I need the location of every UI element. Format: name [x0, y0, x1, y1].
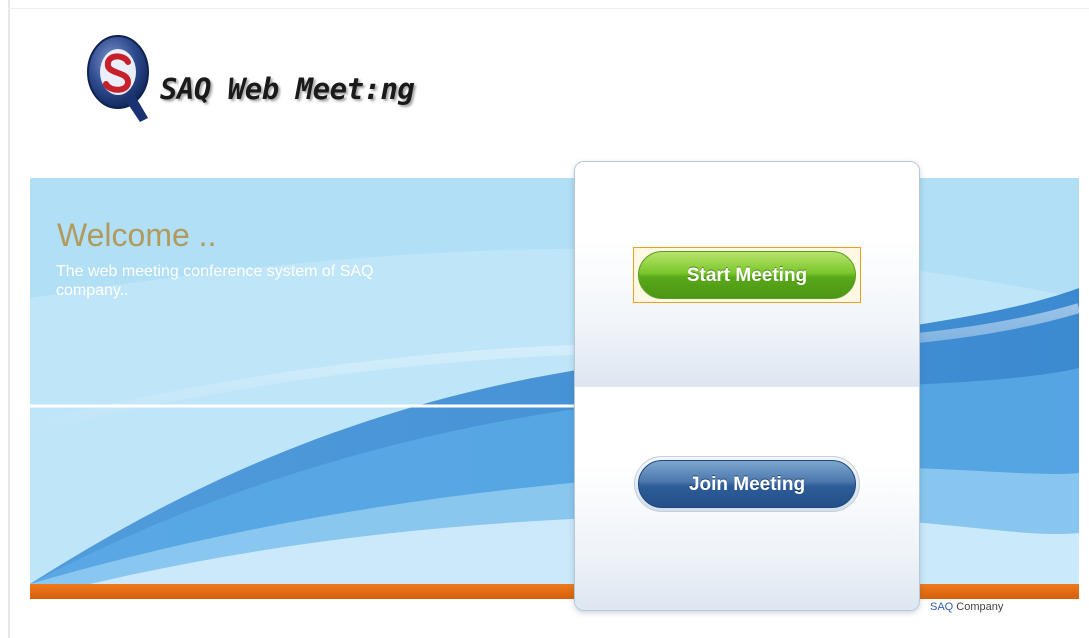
welcome-title: Welcome ..: [57, 217, 217, 253]
page-left-border: [8, 0, 10, 638]
orange-footer-bar: [30, 584, 1079, 599]
logo: SAQ Web Meet:ng: [84, 28, 415, 128]
footer-company-label: Company: [953, 601, 1004, 613]
footer-company: SAQ Company: [930, 601, 1003, 613]
welcome-description: The web meeting conference system of SAQ…: [56, 263, 374, 299]
meeting-panel: Start Meeting Join Meeting: [574, 161, 920, 611]
join-meeting-button[interactable]: Join Meeting: [638, 460, 856, 508]
page: SAQ Web Meet:ng Welcome .. The web meeti…: [0, 0, 1089, 638]
app-title: SAQ Web Meet:ng: [160, 72, 415, 106]
start-meeting-button[interactable]: Start Meeting: [638, 251, 856, 299]
page-top-border: [8, 8, 1089, 9]
footer-brand: SAQ: [930, 601, 954, 613]
saq-logo-icon: [87, 35, 149, 122]
